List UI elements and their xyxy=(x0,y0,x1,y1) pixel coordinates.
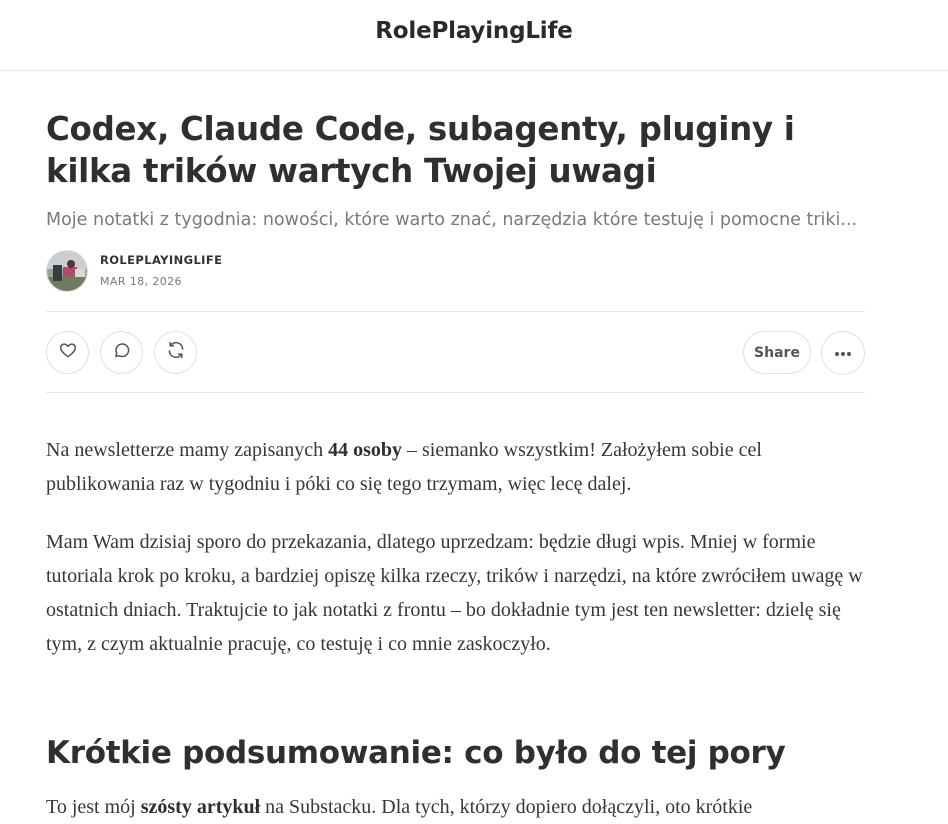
paragraph-1-start: Na newsletterze mamy zapisanych xyxy=(46,439,329,461)
top-bar: RolePlayingLife xyxy=(0,0,948,71)
more-icon xyxy=(834,344,852,362)
paragraph-3-start: To jest mój xyxy=(46,796,141,818)
more-button[interactable] xyxy=(821,331,865,375)
publication-name[interactable]: RolePlayingLife xyxy=(375,18,573,44)
avatar[interactable] xyxy=(46,250,88,292)
share-button[interactable]: Share xyxy=(743,331,811,374)
byline-meta: ROLEPLAYINGLIFE MAR 18, 2026 xyxy=(100,253,222,289)
post-subtitle: Moje notatki z tygodnia: nowości, które … xyxy=(46,210,858,230)
heart-icon xyxy=(58,340,78,365)
post-actions: Share xyxy=(46,311,865,393)
comment-icon xyxy=(112,340,132,365)
like-button[interactable] xyxy=(46,331,89,374)
author-name[interactable]: ROLEPLAYINGLIFE xyxy=(100,253,222,267)
comment-button[interactable] xyxy=(100,331,143,374)
paragraph-2: Mam Wam dzisiaj sporo do przekazania, dl… xyxy=(46,531,863,655)
post-date: MAR 18, 2026 xyxy=(100,275,182,288)
paragraph-3-end: na Substacku. Dla tych, którzy dopiero d… xyxy=(260,796,753,818)
post-title: Codex, Claude Code, subagenty, pluginy i… xyxy=(46,110,795,190)
restack-icon xyxy=(166,340,186,365)
paragraph-1: Na newsletterze mamy zapisanych 44 osoby… xyxy=(46,433,865,501)
article-number: szósty artykuł xyxy=(140,796,261,818)
section-heading: Krótkie podsumowanie: co było do tej por… xyxy=(46,735,786,771)
paragraph-3: To jest mój szósty artykuł na Substacku.… xyxy=(46,790,865,824)
subscriber-count: 44 osoby xyxy=(328,439,403,461)
restack-button[interactable] xyxy=(154,331,197,374)
byline: ROLEPLAYINGLIFE MAR 18, 2026 xyxy=(46,249,222,293)
